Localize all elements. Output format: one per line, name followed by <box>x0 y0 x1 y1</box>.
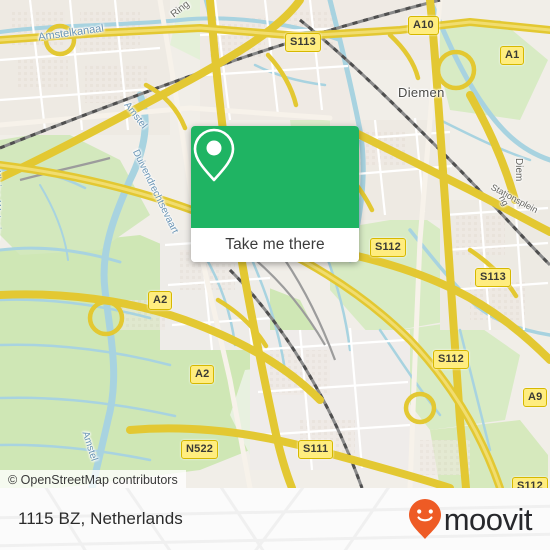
moovit-wordmark: moovit <box>443 501 533 537</box>
road-shield-a10[interactable]: A10 <box>408 16 439 35</box>
road-shield-s113-east[interactable]: S113 <box>475 268 511 287</box>
moovit-logo[interactable]: moovit <box>408 498 533 540</box>
footer-bar: 1115 BZ, Netherlands moovit <box>0 488 550 550</box>
card-cta-bar[interactable]: Take me there <box>191 228 359 262</box>
road-shield-s113-north[interactable]: S113 <box>285 33 321 52</box>
road-shield-s111[interactable]: S111 <box>298 440 334 459</box>
road-shield-s112-south[interactable]: S112 <box>512 477 548 488</box>
take-me-there-label: Take me there <box>225 236 325 253</box>
road-shield-a9[interactable]: A9 <box>523 388 548 407</box>
road-shield-a1[interactable]: A1 <box>500 46 525 65</box>
address-text: 1115 BZ, Netherlands <box>18 509 183 528</box>
osm-attribution[interactable]: © OpenStreetMap contributors <box>0 470 186 488</box>
road-shield-s112-mid[interactable]: S112 <box>433 350 469 369</box>
moovit-pin-smiley-icon <box>408 499 441 539</box>
take-me-there-card[interactable]: Take me there <box>191 126 359 262</box>
map-canvas[interactable]: Diemen Amstelkanaal Amstel Kleine Weteri… <box>0 0 550 488</box>
road-shield-n522[interactable]: N522 <box>181 440 219 459</box>
road-shield-a2-north[interactable]: A2 <box>148 291 173 310</box>
road-shield-a2-south[interactable]: A2 <box>190 365 215 384</box>
card-pin-area <box>191 126 359 228</box>
moovit-map-screen: Diemen Amstelkanaal Amstel Kleine Weteri… <box>0 0 550 550</box>
map-pin-icon <box>193 128 235 182</box>
road-shield-s112-north[interactable]: S112 <box>370 238 406 257</box>
